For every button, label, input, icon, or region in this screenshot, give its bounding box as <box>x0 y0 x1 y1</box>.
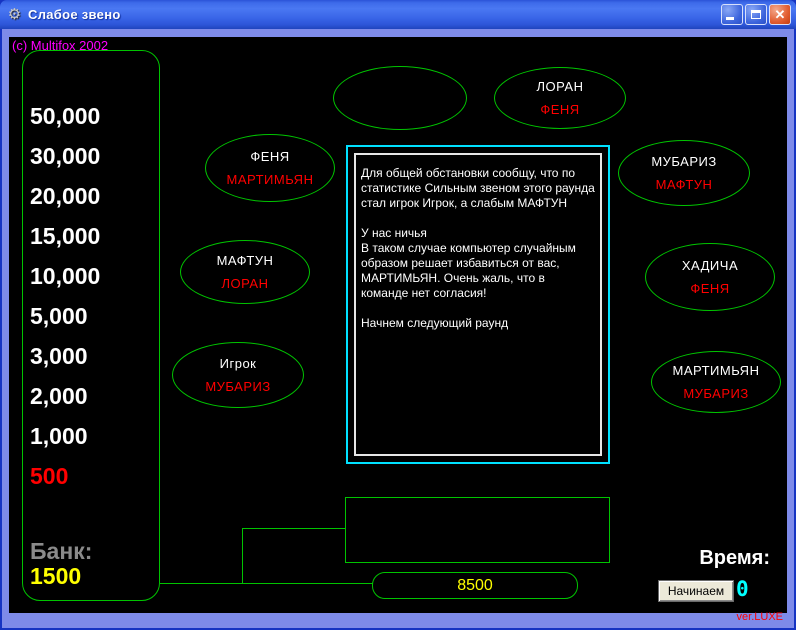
start-button[interactable]: Начинаем <box>658 580 734 602</box>
host-message-text: Для общей обстановки сообщу, что по стат… <box>361 166 595 330</box>
player-ellipse: МАФТУН ЛОРАН <box>180 240 310 304</box>
player-ellipse-empty <box>333 66 467 130</box>
minimize-button[interactable] <box>721 4 743 25</box>
player-vote: ФЕНЯ <box>690 281 730 296</box>
close-icon: ✕ <box>774 7 786 22</box>
money-value: 1,000 <box>30 423 88 449</box>
gear-icon: ⚙ <box>7 6 22 23</box>
money-value: 50,000 <box>30 103 101 129</box>
money-value: 10,000 <box>30 263 101 289</box>
title-bar[interactable]: ⚙ Слабое звено ✕ <box>0 0 796 29</box>
money-ladder-values: 50,000 30,000 20,000 15,000 10,000 5,000… <box>30 96 155 496</box>
player-ellipse: МУБАРИЗ МАФТУН <box>618 140 750 206</box>
maximize-icon <box>751 10 761 19</box>
player-ellipse: ФЕНЯ МАРТИМЬЯН <box>205 134 335 202</box>
money-value: 2,000 <box>30 383 88 409</box>
money-value: 20,000 <box>30 183 101 209</box>
player-vote: ФЕНЯ <box>540 102 580 117</box>
game-window: ⚙ Слабое звено ✕ (c) Multifox 2002 50,00… <box>0 0 796 630</box>
money-value: 5,000 <box>30 303 88 329</box>
timer-label: Время: <box>699 547 770 569</box>
close-button[interactable]: ✕ <box>769 4 791 25</box>
round-money-box: 8500 <box>372 572 578 599</box>
player-name: ФЕНЯ <box>250 149 290 164</box>
bank-label: Банк: <box>30 538 93 564</box>
game-area: (c) Multifox 2002 50,000 30,000 20,000 1… <box>9 37 787 613</box>
player-name: ЛОРАН <box>536 79 584 94</box>
window-title: Слабое звено <box>28 7 121 22</box>
player-ellipse: ХАДИЧА ФЕНЯ <box>645 243 775 311</box>
host-message-panel: Для общей обстановки сообщу, что по стат… <box>346 145 610 464</box>
player-vote: МАРТИМЬЯН <box>226 172 314 187</box>
answer-panel <box>345 497 610 563</box>
player-name: ХАДИЧА <box>681 258 739 273</box>
host-message-frame: Для общей обстановки сообщу, что по стат… <box>354 153 602 456</box>
connector-line <box>160 583 373 584</box>
window-controls: ✕ <box>721 4 791 25</box>
bank-block: Банк: 1500 <box>30 539 92 589</box>
connector-line <box>242 528 243 583</box>
version-label: ver.LUXE <box>736 611 783 623</box>
money-value: 30,000 <box>30 143 101 169</box>
player-ellipse: ЛОРАН ФЕНЯ <box>494 67 626 129</box>
player-ellipse: МАРТИМЬЯН МУБАРИЗ <box>651 351 781 413</box>
player-vote: МУБАРИЗ <box>683 386 749 401</box>
player-vote: МУБАРИЗ <box>205 379 271 394</box>
player-vote: МАФТУН <box>655 177 713 192</box>
money-value: 3,000 <box>30 343 88 369</box>
connector-line <box>242 528 345 529</box>
player-name: Игрок <box>219 356 257 371</box>
player-name: МАФТУН <box>216 253 274 268</box>
player-vote: ЛОРАН <box>221 276 269 291</box>
maximize-button[interactable] <box>745 4 767 25</box>
timer-value: 0 <box>736 577 749 601</box>
player-ellipse: Игрок МУБАРИЗ <box>172 342 304 408</box>
money-value: 15,000 <box>30 223 101 249</box>
money-ladder: 50,000 30,000 20,000 15,000 10,000 5,000… <box>22 50 160 601</box>
money-value-lowest: 500 <box>30 463 69 489</box>
player-name: МАРТИМЬЯН <box>672 363 760 378</box>
bank-value: 1500 <box>30 563 82 589</box>
minimize-icon <box>726 17 734 20</box>
player-name: МУБАРИЗ <box>651 154 717 169</box>
